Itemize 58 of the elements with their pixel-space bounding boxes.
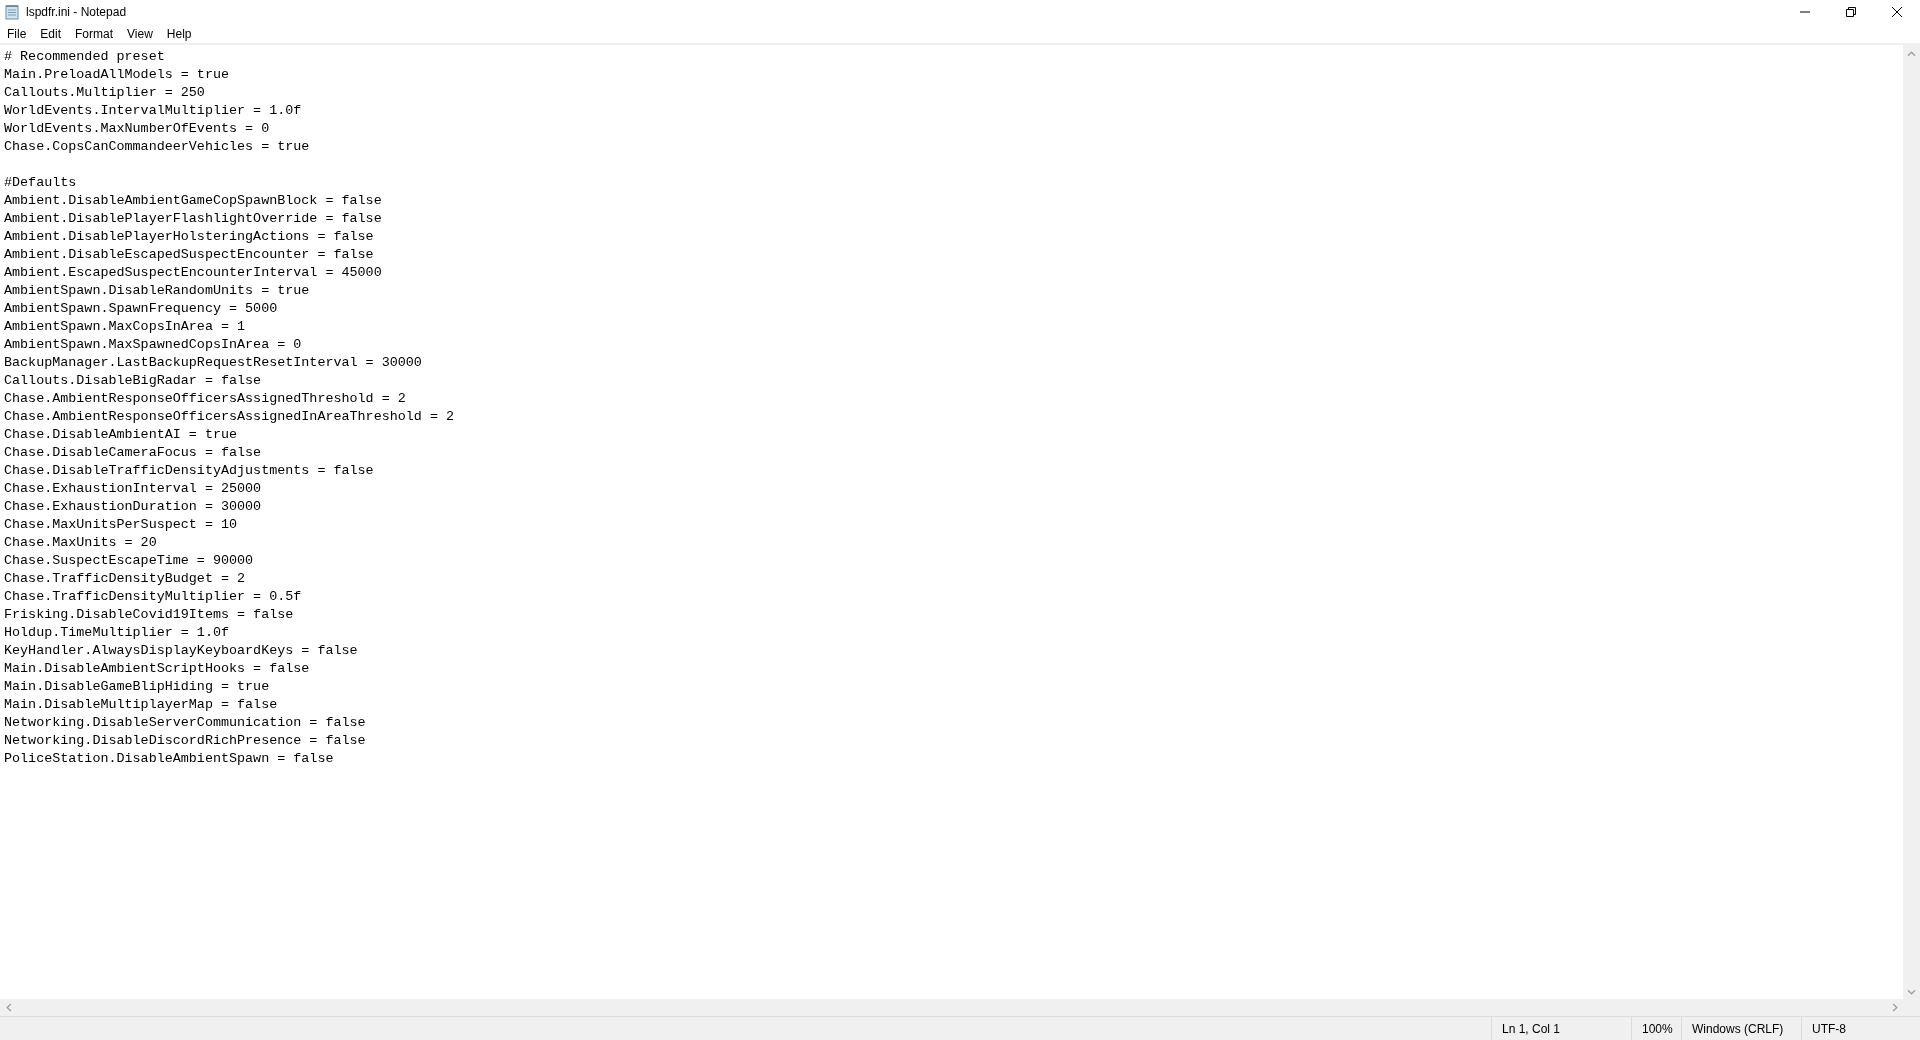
text-line: Chase.SuspectEscapeTime = 90000 [4,552,254,570]
close-icon [1892,7,1902,17]
text-line: Chase.MaxUnits = 20 [4,534,157,552]
text-line: Ambient.DisablePlayerFlashlightOverride = false [4,210,382,228]
text-line: Chase.TrafficDensityMultiplier = 0.5f [4,588,302,606]
text-line: #Defaults [4,174,77,192]
text-line: Chase.AmbientResponseOfficersAssignedInAreaThreshold = 2 [4,408,454,426]
text-line: Networking.DisableServerCommunication = false [4,714,366,732]
scroll-down-icon[interactable] [1907,989,1916,995]
text-line: Frisking.DisableCovid19Items = false [4,606,294,624]
menu-item[interactable]: Format [69,25,120,42]
text-line: Ambient.DisablePlayerHolsteringActions = false [4,228,374,246]
text-line: BackupManager.LastBackupRequestResetInterval = 30000 [4,354,422,372]
text-line: Chase.CopsCanCommandeerVehicles = true [4,138,310,156]
text-line: # Recommended preset [4,48,165,66]
notepad-icon [4,4,20,20]
text-line: AmbientSpawn.DisableRandomUnits = true [4,282,310,300]
text-line: Chase.DisableTrafficDensityAdjustments = false [4,462,374,480]
text-line: PoliceStation.DisableAmbientSpawn = false [4,750,334,768]
text-line: Chase.DisableCameraFocus = false [4,444,262,462]
menu-item[interactable]: Edit [34,25,68,42]
text-line: Networking.DisableDiscordRichPresence = false [4,732,366,750]
window-title: lspdfr.ini - Notepad [26,5,127,19]
text-line: Main.DisableMultiplayerMap = false [4,696,278,714]
text-line: WorldEvents.MaxNumberOfEvents = 0 [4,120,270,138]
text-line: Main.DisableAmbientScriptHooks = false [4,660,310,678]
text-line: Chase.MaxUnitsPerSuspect = 10 [4,516,238,534]
menu-item[interactable]: File [1,25,33,42]
text-line: Main.DisableGameBlipHiding = true [4,678,270,696]
text-line: Callouts.Multiplier = 250 [4,84,205,102]
text-line: Chase.ExhaustionInterval = 25000 [4,480,262,498]
text-line: KeyHandler.AlwaysDisplayKeyboardKeys = false [4,642,358,660]
text-line: AmbientSpawn.MaxCopsInArea = 1 [4,318,246,336]
text-line: Ambient.DisableAmbientGameCopSpawnBlock = false [4,192,382,210]
text-line: Chase.DisableAmbientAI = true [4,426,238,444]
text-line: Chase.ExhaustionDuration = 30000 [4,498,262,516]
status-text: UTF-8 [1812,1021,1846,1036]
text-line: AmbientSpawn.MaxSpawnedCopsInArea = 0 [4,336,302,354]
vertical-scrollbar[interactable] [1903,45,1920,999]
status-text: 100% [1642,1021,1673,1036]
text-line: Chase.TrafficDensityBudget = 2 [4,570,246,588]
text-line: Ambient.EscapedSuspectEncounterInterval = 45000 [4,264,382,282]
status-text: Ln 1, Col 1 [1502,1021,1561,1036]
text-line: Ambient.DisableEscapedSuspectEncounter = false [4,246,374,264]
menu-item[interactable]: Help [160,25,198,42]
text-line: WorldEvents.IntervalMultiplier = 1.0f [4,102,302,120]
text-line: Chase.AmbientResponseOfficersAssignedThreshold = 2 [4,390,406,408]
horizontal-scrollbar[interactable] [0,999,1920,1016]
menu-item[interactable]: View [121,25,159,42]
text-line: Callouts.DisableBigRadar = false [4,372,262,390]
restore-icon [1846,7,1856,17]
text-line: AmbientSpawn.SpawnFrequency = 5000 [4,300,278,318]
text-line: Holdup.TimeMultiplier = 1.0f [4,624,229,642]
status-text: Windows (CRLF) [1692,1021,1784,1036]
scroll-right-icon[interactable] [1892,1003,1898,1012]
text-line: Main.PreloadAllModels = true [4,66,229,84]
scroll-up-icon[interactable] [1907,51,1916,57]
scroll-left-icon[interactable] [6,1003,12,1012]
